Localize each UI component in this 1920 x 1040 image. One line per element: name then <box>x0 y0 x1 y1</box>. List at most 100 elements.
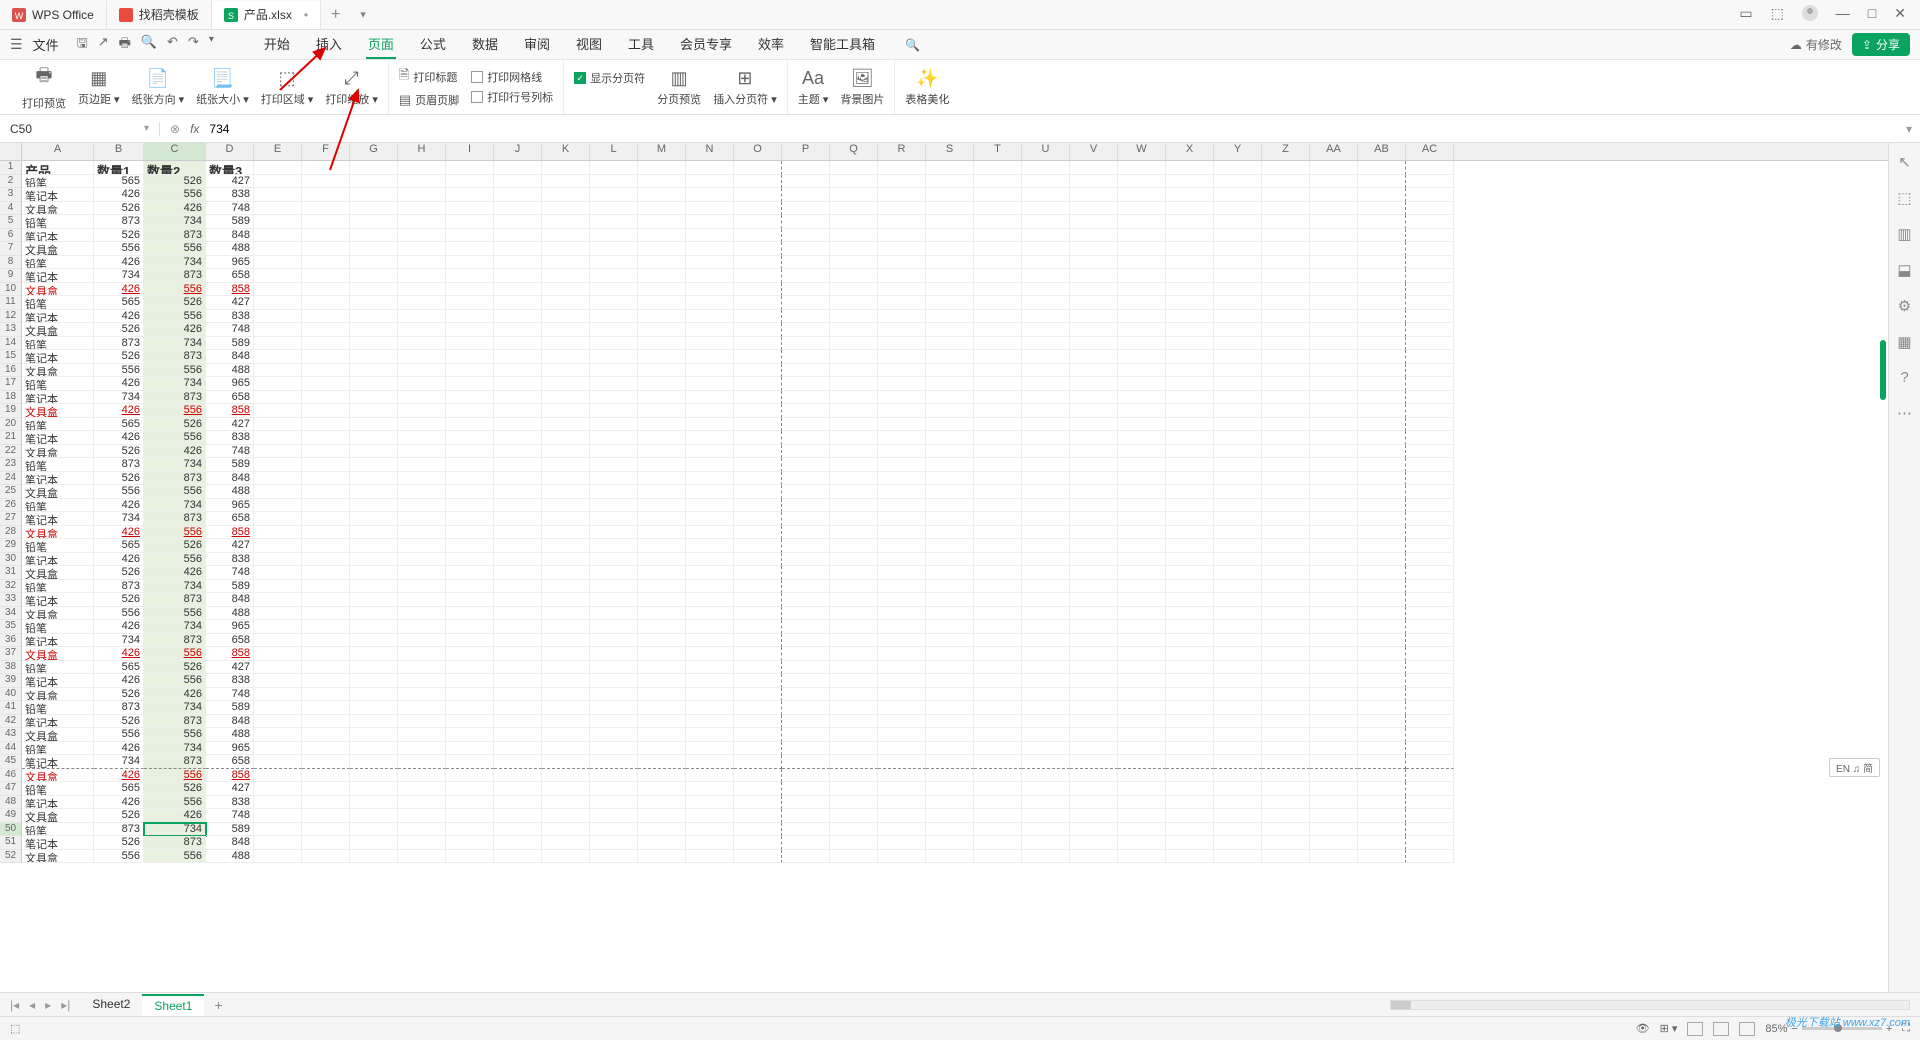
cell[interactable] <box>1214 796 1262 810</box>
cell[interactable] <box>1214 256 1262 270</box>
cell[interactable] <box>1118 742 1166 756</box>
cell[interactable] <box>542 755 590 769</box>
cell[interactable] <box>686 215 734 229</box>
theme-button[interactable]: Aa主题 ▾ <box>798 68 829 107</box>
cell[interactable] <box>590 755 638 769</box>
cell[interactable] <box>494 364 542 378</box>
cell[interactable] <box>878 850 926 864</box>
cell[interactable] <box>1070 269 1118 283</box>
cell[interactable] <box>1262 715 1310 729</box>
cell[interactable] <box>590 310 638 324</box>
cell[interactable] <box>350 553 398 567</box>
cell[interactable] <box>542 418 590 432</box>
cell[interactable] <box>686 688 734 702</box>
cell[interactable] <box>542 472 590 486</box>
cell[interactable] <box>590 674 638 688</box>
cell[interactable] <box>1214 350 1262 364</box>
cell[interactable] <box>734 337 782 351</box>
cell[interactable] <box>1310 850 1358 864</box>
cell[interactable] <box>1070 769 1118 783</box>
cell[interactable] <box>1358 836 1406 850</box>
cell[interactable] <box>686 836 734 850</box>
cell[interactable] <box>1406 364 1454 378</box>
cell[interactable] <box>254 647 302 661</box>
cell[interactable] <box>1070 688 1118 702</box>
cell[interactable] <box>1358 431 1406 445</box>
cell[interactable] <box>1406 539 1454 553</box>
cell[interactable] <box>878 715 926 729</box>
cell[interactable] <box>446 728 494 742</box>
cell[interactable] <box>926 512 974 526</box>
cell[interactable] <box>1214 499 1262 513</box>
cell[interactable] <box>974 472 1022 486</box>
row-header[interactable]: 29 <box>0 539 22 553</box>
eye-icon[interactable]: 👁 <box>1636 1022 1650 1035</box>
cell[interactable] <box>734 215 782 229</box>
cell[interactable] <box>734 431 782 445</box>
cell[interactable] <box>926 850 974 864</box>
cell[interactable] <box>398 647 446 661</box>
row-header[interactable]: 32 <box>0 580 22 594</box>
cell[interactable] <box>254 458 302 472</box>
hamburger-icon[interactable]: ☰ <box>10 36 23 53</box>
cell[interactable] <box>302 809 350 823</box>
cell[interactable] <box>974 539 1022 553</box>
cell[interactable] <box>734 728 782 742</box>
row-header[interactable]: 39 <box>0 674 22 688</box>
rowcol-checkbox[interactable]: 打印行号列标 <box>471 89 553 105</box>
cell[interactable] <box>446 310 494 324</box>
cell[interactable] <box>1022 175 1070 189</box>
cell[interactable]: 838 <box>206 310 254 324</box>
col-header[interactable]: V <box>1070 143 1118 160</box>
cell[interactable] <box>686 229 734 243</box>
cell[interactable] <box>782 499 830 513</box>
cell[interactable] <box>974 269 1022 283</box>
cell[interactable] <box>878 458 926 472</box>
cell[interactable] <box>1310 256 1358 270</box>
cell[interactable]: 848 <box>206 350 254 364</box>
cell[interactable] <box>1262 580 1310 594</box>
cell[interactable] <box>494 688 542 702</box>
cell[interactable] <box>1310 769 1358 783</box>
cell[interactable] <box>1262 661 1310 675</box>
cell[interactable] <box>350 445 398 459</box>
cell[interactable] <box>1406 431 1454 445</box>
cell[interactable] <box>446 229 494 243</box>
cell[interactable] <box>1166 458 1214 472</box>
beautify-button[interactable]: ✨表格美化 <box>905 68 949 107</box>
cell[interactable]: 526 <box>94 593 144 607</box>
cell[interactable] <box>1262 242 1310 256</box>
cell[interactable] <box>494 458 542 472</box>
cell[interactable] <box>638 269 686 283</box>
cell[interactable] <box>926 607 974 621</box>
cell[interactable] <box>686 809 734 823</box>
cell[interactable] <box>254 526 302 540</box>
cell[interactable] <box>398 323 446 337</box>
cell[interactable] <box>302 688 350 702</box>
cell[interactable] <box>590 377 638 391</box>
cell[interactable] <box>1022 728 1070 742</box>
cell[interactable] <box>254 674 302 688</box>
cell[interactable] <box>1310 782 1358 796</box>
cell[interactable] <box>734 175 782 189</box>
cell[interactable] <box>974 566 1022 580</box>
cell[interactable] <box>782 310 830 324</box>
cell[interactable]: 838 <box>206 431 254 445</box>
cell[interactable] <box>782 836 830 850</box>
cell[interactable] <box>446 850 494 864</box>
cell[interactable] <box>830 566 878 580</box>
cell[interactable] <box>638 836 686 850</box>
cell[interactable] <box>350 418 398 432</box>
cell[interactable] <box>974 404 1022 418</box>
cell[interactable] <box>1118 823 1166 837</box>
cell[interactable] <box>302 728 350 742</box>
cell[interactable] <box>590 364 638 378</box>
cell[interactable] <box>1118 391 1166 405</box>
cell[interactable] <box>878 404 926 418</box>
fx-icon[interactable]: fx <box>190 122 199 136</box>
cell[interactable] <box>1070 337 1118 351</box>
cell[interactable] <box>1022 593 1070 607</box>
cell[interactable] <box>446 607 494 621</box>
cell[interactable] <box>1022 472 1070 486</box>
cell[interactable] <box>1022 323 1070 337</box>
